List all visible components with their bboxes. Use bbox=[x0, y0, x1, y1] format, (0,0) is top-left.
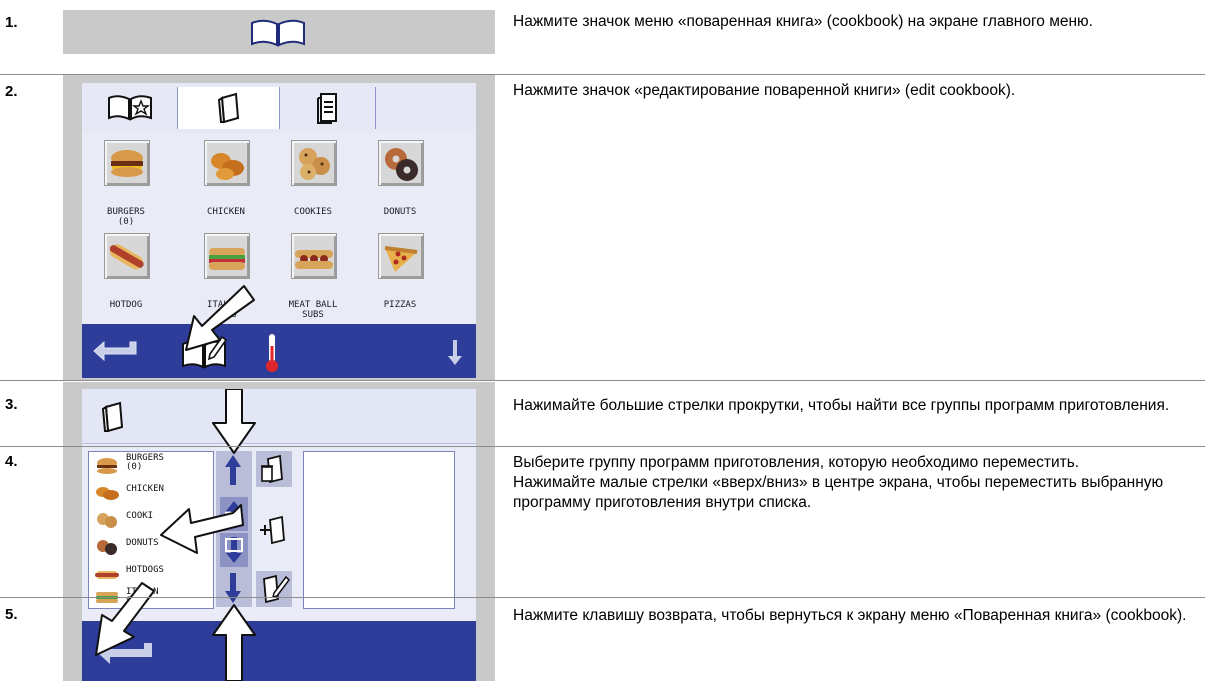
step-text: Нажмите значок «редактирование поваренно… bbox=[513, 82, 1016, 99]
favorites-book-icon bbox=[108, 95, 152, 121]
step-number: 3. bbox=[5, 396, 18, 413]
pizza-icon bbox=[384, 246, 418, 272]
cookies-icon bbox=[299, 148, 330, 180]
tile-hotdog[interactable] bbox=[104, 233, 150, 279]
tile-label: DONUTS bbox=[383, 207, 417, 217]
document-list-icon bbox=[317, 93, 337, 124]
tile-italian-subs[interactable] bbox=[204, 233, 250, 279]
cookbook-icon[interactable] bbox=[248, 19, 308, 47]
tile-pizzas[interactable] bbox=[378, 233, 424, 279]
donuts-icon bbox=[385, 148, 418, 181]
cookbook-page-icon bbox=[217, 92, 240, 124]
tile-cookies[interactable] bbox=[291, 140, 337, 186]
bottom-nav-bar bbox=[82, 324, 476, 378]
tile-label: MEAT BALL SUBS bbox=[288, 300, 338, 320]
tile-donuts[interactable] bbox=[378, 140, 424, 186]
step-3: 3. Нажимайте большие стрелки прокрутки, … bbox=[0, 382, 1205, 442]
step-4: 4. Выберите группу программ приготовлени… bbox=[0, 447, 1205, 597]
step-number: 4. bbox=[5, 453, 18, 470]
step-number: 1. bbox=[5, 14, 18, 31]
chicken-icon bbox=[211, 153, 244, 180]
meatball-sub-icon bbox=[295, 250, 333, 269]
tile-label: COOKIES bbox=[294, 207, 332, 217]
step-5: 5. Нажмите клавишу возврата, чтобы верну… bbox=[0, 598, 1205, 678]
tile-label: PIZZAS bbox=[383, 300, 417, 310]
scroll-down-arrow-icon[interactable] bbox=[447, 338, 463, 366]
step-number: 5. bbox=[5, 606, 18, 623]
step-text-line: Выберите группу программ приготовления, … bbox=[513, 454, 1080, 471]
cookbook-screen: BURGERS (0) CHICKEN COOKIES DONUTS HOTDOG… bbox=[82, 83, 476, 378]
tab-recipes[interactable] bbox=[280, 87, 376, 129]
step-number: 2. bbox=[5, 83, 18, 100]
divider bbox=[0, 380, 1205, 381]
step-text: Нажимайте большие стрелки прокрутки, что… bbox=[513, 397, 1170, 414]
tile-meatball-subs[interactable] bbox=[291, 233, 337, 279]
hotdog-icon bbox=[109, 244, 144, 270]
tile-chicken[interactable] bbox=[204, 140, 250, 186]
step-text: Выберите группу программ приготовления, … bbox=[513, 453, 1201, 513]
tile-label: HOTDOG bbox=[109, 300, 143, 310]
tile-label: CHICKEN bbox=[207, 207, 245, 217]
tile-burgers[interactable] bbox=[104, 140, 150, 186]
step-1: 1. Нажмите значок меню «поваренная книга… bbox=[0, 0, 1205, 59]
tab-bar bbox=[82, 83, 476, 133]
pointer-arrow bbox=[185, 285, 255, 351]
tab-favorites[interactable] bbox=[82, 87, 178, 129]
step-text: Нажмите клавишу возврата, чтобы вернутьс… bbox=[513, 607, 1187, 624]
italian-sub-icon bbox=[209, 248, 245, 270]
thermometer-icon[interactable] bbox=[264, 332, 280, 374]
step-text-line: Нажимайте малые стрелки «вверх/вниз» в ц… bbox=[513, 474, 1164, 511]
step-text: Нажмите значок меню «поваренная книга» (… bbox=[513, 13, 1093, 30]
step-1-image bbox=[63, 10, 495, 54]
tile-label: BURGERS (0) bbox=[107, 207, 145, 227]
back-arrow-icon[interactable] bbox=[92, 338, 140, 364]
burger-icon bbox=[111, 150, 143, 177]
tab-cookbook[interactable] bbox=[178, 87, 280, 129]
